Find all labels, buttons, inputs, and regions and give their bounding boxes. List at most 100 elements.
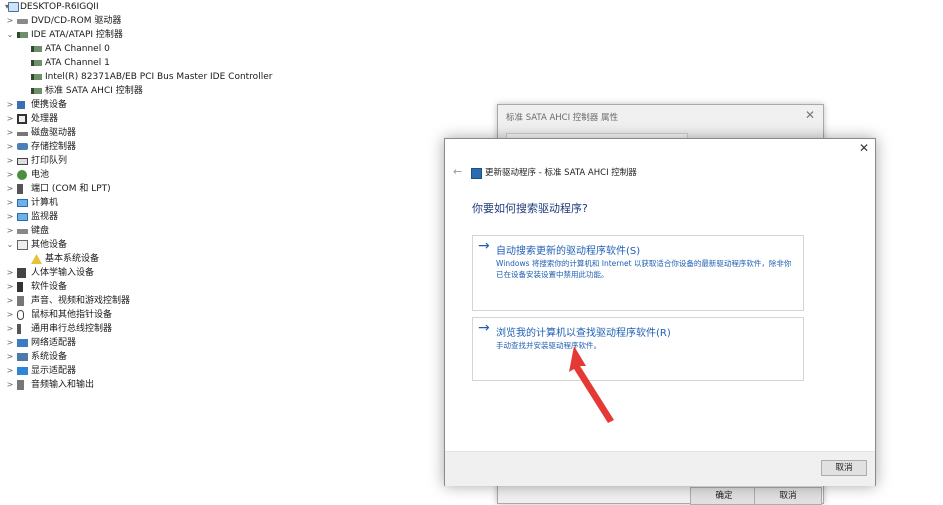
back-arrow-icon[interactable]: ← xyxy=(453,165,462,178)
network-icon xyxy=(17,339,28,347)
tree-item-label: 鼠标和其他指针设备 xyxy=(31,310,113,320)
tree-item-label: 音频输入和输出 xyxy=(31,380,95,390)
expand-toggle-icon[interactable]: > xyxy=(5,182,15,196)
tree-item[interactable]: > 监视器 xyxy=(0,210,420,224)
tree-item[interactable]: > 音频输入和输出 xyxy=(0,378,420,392)
close-icon[interactable]: ✕ xyxy=(805,108,815,122)
disk-drive-icon xyxy=(17,132,28,136)
monitor-icon xyxy=(17,213,28,221)
disk-icon xyxy=(17,19,28,24)
close-icon[interactable]: ✕ xyxy=(859,141,869,155)
ide-controller-icon xyxy=(31,88,42,94)
tree-item-label: ATA Channel 1 xyxy=(45,58,110,68)
expand-toggle-icon[interactable]: > xyxy=(5,280,15,294)
dialog-header: 更新驱动程序 - 标准 SATA AHCI 控制器 xyxy=(485,168,637,178)
expand-toggle-icon[interactable]: > xyxy=(5,14,15,28)
arrow-right-icon: → xyxy=(478,320,490,336)
tree-item[interactable]: > 端口 (COM 和 LPT) xyxy=(0,182,420,196)
mouse-icon xyxy=(17,310,24,320)
tree-item[interactable]: > 显示适配器 xyxy=(0,364,420,378)
tree-item[interactable]: > 磁盘驱动器 xyxy=(0,126,420,140)
tree-item[interactable]: Intel(R) 82371AB/EB PCI Bus Master IDE C… xyxy=(0,70,420,84)
tree-item-label: Intel(R) 82371AB/EB PCI Bus Master IDE C… xyxy=(45,72,273,82)
tree-item[interactable]: > 键盘 xyxy=(0,224,420,238)
auto-search-description: Windows 将搜索你的计算机和 Internet 以获取适合你设备的最新驱动… xyxy=(496,259,792,279)
tree-item-label: 软件设备 xyxy=(31,282,68,292)
printer-icon xyxy=(17,158,28,165)
tree-item-label: 标准 SATA AHCI 控制器 xyxy=(45,86,143,96)
expand-toggle-icon[interactable]: > xyxy=(5,196,15,210)
auto-search-option[interactable]: → 自动搜索更新的驱动程序软件(S) Windows 将搜索你的计算机和 Int… xyxy=(472,235,804,311)
storage-controller-icon xyxy=(17,143,28,150)
expand-toggle-icon[interactable]: > xyxy=(5,126,15,140)
expand-toggle-icon[interactable]: > xyxy=(5,98,15,112)
tree-item[interactable]: > 计算机 xyxy=(0,196,420,210)
cancel-button[interactable]: 取消 xyxy=(821,460,867,476)
tree-item-label: 键盘 xyxy=(31,226,50,236)
tree-item[interactable]: > DVD/CD-ROM 驱动器 xyxy=(0,14,420,28)
expand-toggle-icon[interactable]: > xyxy=(5,364,15,378)
dialog-footer: 取消 xyxy=(445,451,875,486)
browse-computer-title: 浏览我的计算机以查找驱动程序软件(R) xyxy=(496,328,671,339)
tree-item[interactable]: 基本系统设备 xyxy=(0,252,420,266)
device-icon xyxy=(471,168,482,179)
expand-toggle-icon[interactable]: > xyxy=(5,168,15,182)
properties-window-title: 标准 SATA AHCI 控制器 属性 xyxy=(506,113,619,123)
tree-item[interactable]: ⌄ IDE ATA/ATAPI 控制器 xyxy=(0,28,420,42)
tree-item[interactable]: > 网络适配器 xyxy=(0,336,420,350)
tree-item[interactable]: ▾ DESKTOP-R6IGQII xyxy=(0,0,420,14)
expand-toggle-icon[interactable]: > xyxy=(5,266,15,280)
tree-item-label: 基本系统设备 xyxy=(45,254,100,264)
tree-item[interactable]: > 通用串行总线控制器 xyxy=(0,322,420,336)
warning-icon xyxy=(31,254,42,264)
tree-item-label: 电池 xyxy=(31,170,50,180)
tree-item[interactable]: > 处理器 xyxy=(0,112,420,126)
tree-item-label: 显示适配器 xyxy=(31,366,77,376)
expand-toggle-icon[interactable]: > xyxy=(5,112,15,126)
expand-toggle-icon[interactable]: > xyxy=(5,350,15,364)
ide-controller-icon xyxy=(17,32,28,38)
system-device-icon xyxy=(17,353,28,361)
tree-item[interactable]: > 系统设备 xyxy=(0,350,420,364)
tree-item[interactable]: > 电池 xyxy=(0,168,420,182)
expand-toggle-icon[interactable]: > xyxy=(5,308,15,322)
expand-toggle-icon[interactable]: > xyxy=(5,154,15,168)
other-device-icon xyxy=(17,240,28,250)
audio-icon xyxy=(17,296,24,306)
expand-toggle-icon[interactable]: > xyxy=(5,210,15,224)
tree-item-label: 网络适配器 xyxy=(31,338,77,348)
port-icon xyxy=(17,184,23,194)
expand-toggle-icon[interactable]: > xyxy=(5,378,15,392)
tree-item[interactable]: ATA Channel 1 xyxy=(0,56,420,70)
device-tree: ▾ DESKTOP-R6IGQII > DVD/CD-ROM 驱动器 ⌄ IDE ATA/… xyxy=(0,0,420,502)
expand-toggle-icon[interactable]: > xyxy=(5,140,15,154)
portable-device-icon xyxy=(17,101,25,109)
tree-item-label: IDE ATA/ATAPI 控制器 xyxy=(31,30,123,40)
tree-item-label: 存储控制器 xyxy=(31,142,77,152)
ok-button[interactable]: 确定 xyxy=(690,487,758,505)
tree-item[interactable]: 标准 SATA AHCI 控制器 xyxy=(0,84,420,98)
expand-toggle-icon[interactable]: ⌄ xyxy=(5,28,15,42)
tree-item[interactable]: > 人体学输入设备 xyxy=(0,266,420,280)
tree-item[interactable]: > 存储控制器 xyxy=(0,140,420,154)
expand-toggle-icon[interactable]: > xyxy=(5,322,15,336)
expand-toggle-icon[interactable]: > xyxy=(5,224,15,238)
expand-toggle-icon[interactable]: > xyxy=(5,336,15,350)
properties-cancel-button[interactable]: 取消 xyxy=(754,487,822,505)
processor-icon xyxy=(17,114,27,124)
tree-item[interactable]: ATA Channel 0 xyxy=(0,42,420,56)
hid-icon xyxy=(17,268,26,278)
tree-item[interactable]: > 软件设备 xyxy=(0,280,420,294)
tree-item[interactable]: > 声音、视频和游戏控制器 xyxy=(0,294,420,308)
tree-item[interactable]: > 鼠标和其他指针设备 xyxy=(0,308,420,322)
tree-item-label: 计算机 xyxy=(31,198,59,208)
ide-controller-icon xyxy=(31,60,42,66)
expand-toggle-icon[interactable]: ⌄ xyxy=(5,238,15,252)
tree-item[interactable]: > 打印队列 xyxy=(0,154,420,168)
tree-item-label: 声音、视频和游戏控制器 xyxy=(31,296,131,306)
tree-item[interactable]: ⌄ 其他设备 xyxy=(0,238,420,252)
browse-computer-option[interactable]: → 浏览我的计算机以查找驱动程序软件(R) 手动查找并安装驱动程序软件。 xyxy=(472,317,804,381)
usb-icon xyxy=(17,324,21,334)
expand-toggle-icon[interactable]: > xyxy=(5,294,15,308)
tree-item[interactable]: > 便携设备 xyxy=(0,98,420,112)
